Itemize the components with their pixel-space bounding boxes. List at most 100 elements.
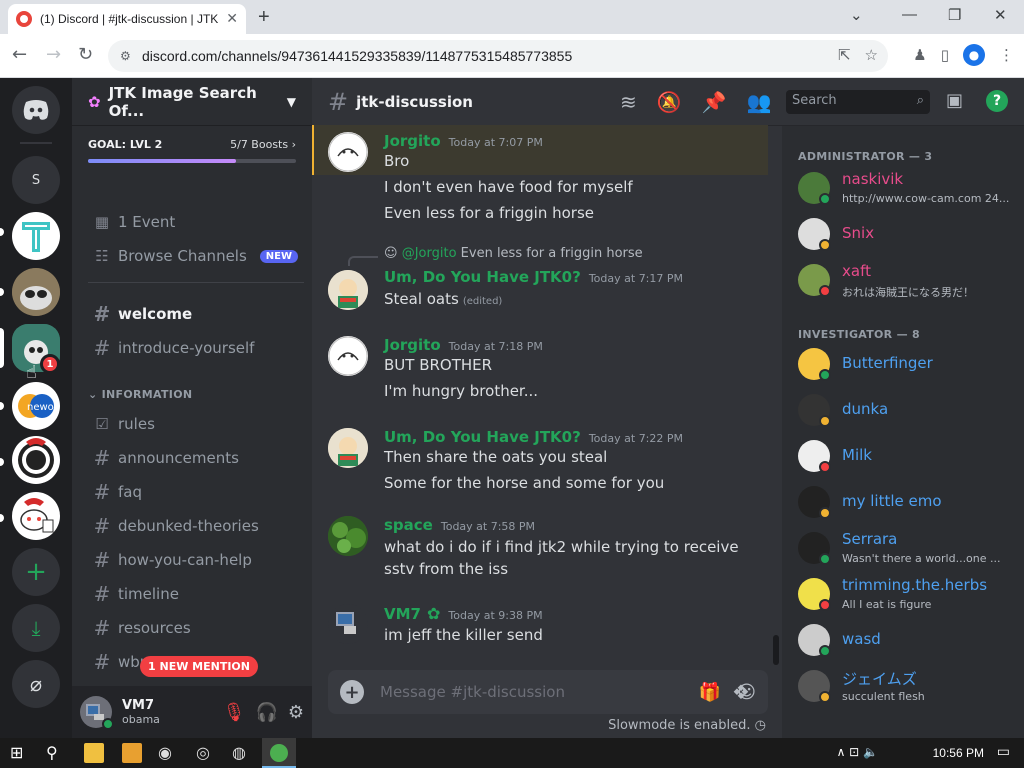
headphones-icon[interactable]: 🎧 bbox=[255, 702, 277, 723]
member-item[interactable]: trimming.the.herbs All I eat is figure bbox=[798, 574, 1018, 616]
chrome-taskbar-button[interactable] bbox=[262, 738, 296, 768]
add-server-icon[interactable]: + bbox=[12, 548, 60, 596]
help-icon[interactable]: ? bbox=[986, 90, 1008, 112]
threads-icon[interactable]: ≋ bbox=[620, 90, 637, 114]
status-dot-icon bbox=[819, 691, 831, 703]
address-bar[interactable]: ⚙ discord.com/channels/94736144152933583… bbox=[108, 40, 888, 72]
channel-item[interactable]: # timeline bbox=[80, 578, 304, 610]
new-mention-pill[interactable]: 1 NEW MENTION bbox=[140, 656, 258, 677]
mute-mic-icon[interactable]: 🎙 bbox=[223, 702, 246, 723]
member-list-icon[interactable]: 👥 bbox=[747, 90, 772, 114]
reply-preview[interactable]: Even less for a friggin horse bbox=[461, 246, 643, 261]
member-item[interactable]: ジェイムズ succulent flesh bbox=[798, 666, 1018, 708]
member-item[interactable]: Milk bbox=[798, 436, 1018, 478]
upload-plus-icon[interactable]: + bbox=[340, 680, 364, 704]
message-username[interactable]: space bbox=[384, 516, 433, 534]
profile-avatar-icon[interactable]: ● bbox=[963, 44, 985, 66]
avatar[interactable] bbox=[328, 516, 368, 556]
new-tab-button[interactable]: + bbox=[258, 6, 270, 29]
server-obs-icon[interactable] bbox=[12, 436, 60, 484]
obs-icon[interactable]: ◉ bbox=[158, 743, 178, 763]
bookmark-star-icon[interactable]: ☆ bbox=[865, 46, 878, 64]
message-username[interactable]: Um, Do You Have JTK0? bbox=[384, 428, 581, 446]
side-panel-icon[interactable]: ▯ bbox=[941, 46, 949, 64]
avatar[interactable] bbox=[328, 270, 368, 310]
explore-servers-icon[interactable]: ⌀ bbox=[12, 660, 60, 708]
download-apps-icon[interactable]: ⤓ bbox=[12, 604, 60, 652]
restore-button[interactable]: ❐ bbox=[948, 6, 961, 24]
avatar[interactable] bbox=[328, 132, 368, 172]
channel-item[interactable]: ☑ rules bbox=[80, 408, 304, 440]
app-launcher-icon[interactable]: ❖ bbox=[732, 680, 750, 704]
server-s-icon[interactable]: S bbox=[12, 156, 60, 204]
member-item[interactable]: Snix bbox=[798, 214, 1018, 256]
server-raccoon-icon[interactable] bbox=[12, 268, 60, 316]
member-item[interactable]: Butterfinger bbox=[798, 344, 1018, 386]
share-icon[interactable]: ⇱ bbox=[838, 46, 851, 64]
boost-goal[interactable]: GOAL: LVL 2 5/7 Boosts › bbox=[72, 126, 312, 169]
server-newo-icon[interactable]: newo bbox=[12, 382, 60, 430]
back-arrow-icon[interactable]: ← bbox=[12, 44, 27, 65]
taskbar-clock[interactable]: 10:56 PM bbox=[933, 746, 984, 760]
message-input[interactable]: + Message #jtk-discussion 🎁 ☺ bbox=[328, 670, 768, 714]
site-info-icon[interactable]: ⚙ bbox=[120, 49, 134, 63]
menu-kebab-icon[interactable]: ⋮ bbox=[999, 46, 1014, 64]
sidebar-item-browse-channels[interactable]: ☷ Browse Channels NEW bbox=[80, 240, 304, 272]
channel-item[interactable]: # faq bbox=[80, 476, 304, 508]
slowmode-text: Slowmode is enabled. bbox=[608, 718, 751, 733]
user-avatar[interactable] bbox=[80, 696, 114, 730]
search-icon[interactable]: ⚲ bbox=[46, 743, 66, 763]
windows-start-icon[interactable]: ⊞ bbox=[10, 743, 30, 763]
message-username[interactable]: Um, Do You Have JTK0? bbox=[384, 268, 581, 286]
notification-bell-icon[interactable]: 🔕 bbox=[657, 90, 682, 114]
member-item[interactable]: Serrara Wasn't there a world...one ... bbox=[798, 528, 1018, 570]
gift-icon[interactable]: 🎁 bbox=[699, 682, 721, 703]
close-window-button[interactable]: ✕ bbox=[994, 6, 1007, 24]
server-t-icon[interactable] bbox=[12, 212, 60, 260]
notifications-icon[interactable]: ▭ bbox=[997, 744, 1010, 760]
member-list: ADMINISTRATOR — 3 naskivik http://www.cow… bbox=[782, 126, 1024, 738]
category-information[interactable]: ⌄ INFORMATION bbox=[88, 388, 192, 401]
channel-item[interactable]: # how-you-can-help bbox=[80, 544, 304, 576]
avatar[interactable] bbox=[328, 604, 368, 644]
avatar[interactable] bbox=[328, 428, 368, 468]
reply-username[interactable]: @Jorgito bbox=[402, 246, 457, 261]
channel-welcome[interactable]: # welcome bbox=[80, 298, 304, 330]
discord-home-icon[interactable] bbox=[12, 86, 60, 134]
minimize-button[interactable]: — bbox=[902, 6, 917, 23]
channel-item[interactable]: # debunked-theories bbox=[80, 510, 304, 542]
message-username[interactable]: Jorgito bbox=[384, 336, 441, 354]
forward-arrow-icon[interactable]: → bbox=[46, 44, 61, 65]
member-item[interactable]: naskivik http://www.cow-cam.com 24... bbox=[798, 168, 1018, 210]
reload-icon[interactable]: ↻ bbox=[78, 44, 93, 65]
extensions-icon[interactable]: ♟ bbox=[913, 46, 926, 64]
member-item[interactable]: xaft おれは海賊王になる男だ！ bbox=[798, 260, 1018, 302]
pinned-icon[interactable]: 📌 bbox=[702, 90, 727, 114]
chat-scrollbar[interactable] bbox=[773, 635, 779, 665]
channel-item[interactable]: # announcements bbox=[80, 442, 304, 474]
server-reddit-icon[interactable] bbox=[12, 492, 60, 540]
channel-item[interactable]: # resources bbox=[80, 612, 304, 644]
tab-search-icon[interactable]: ⌄ bbox=[850, 6, 863, 24]
app-clock-icon[interactable]: ◍ bbox=[232, 743, 252, 763]
member-item[interactable]: my little emo bbox=[798, 482, 1018, 524]
settings-gear-icon[interactable]: ⚙ bbox=[288, 702, 304, 723]
member-item[interactable]: wasd bbox=[798, 620, 1018, 662]
member-status-text: succulent flesh bbox=[842, 690, 925, 703]
sidebar-item-events[interactable]: ▦ 1 Event bbox=[80, 206, 304, 238]
app-circle-icon[interactable]: ◎ bbox=[196, 743, 216, 763]
close-tab-icon[interactable]: ✕ bbox=[226, 11, 238, 27]
app-icon[interactable] bbox=[122, 743, 142, 763]
inbox-icon[interactable]: ▣ bbox=[946, 90, 963, 111]
server-header[interactable]: ✿ JTK Image Search Of... ▼ bbox=[72, 78, 312, 126]
message-username[interactable]: VM7 bbox=[384, 605, 421, 623]
tray-icons[interactable]: ∧ ⊡ 🔈 bbox=[837, 745, 878, 759]
channel-introduce-yourself[interactable]: # introduce-yourself bbox=[80, 332, 304, 364]
message-username[interactable]: Jorgito bbox=[384, 132, 441, 150]
member-item[interactable]: dunka bbox=[798, 390, 1018, 432]
hash-icon: # bbox=[93, 616, 111, 640]
file-explorer-icon[interactable] bbox=[84, 743, 104, 763]
browser-tab[interactable]: (1) Discord | #jtk-discussion | JTK ✕ bbox=[8, 4, 246, 34]
avatar[interactable] bbox=[328, 336, 368, 376]
search-input[interactable]: Search ⌕ bbox=[786, 90, 930, 114]
